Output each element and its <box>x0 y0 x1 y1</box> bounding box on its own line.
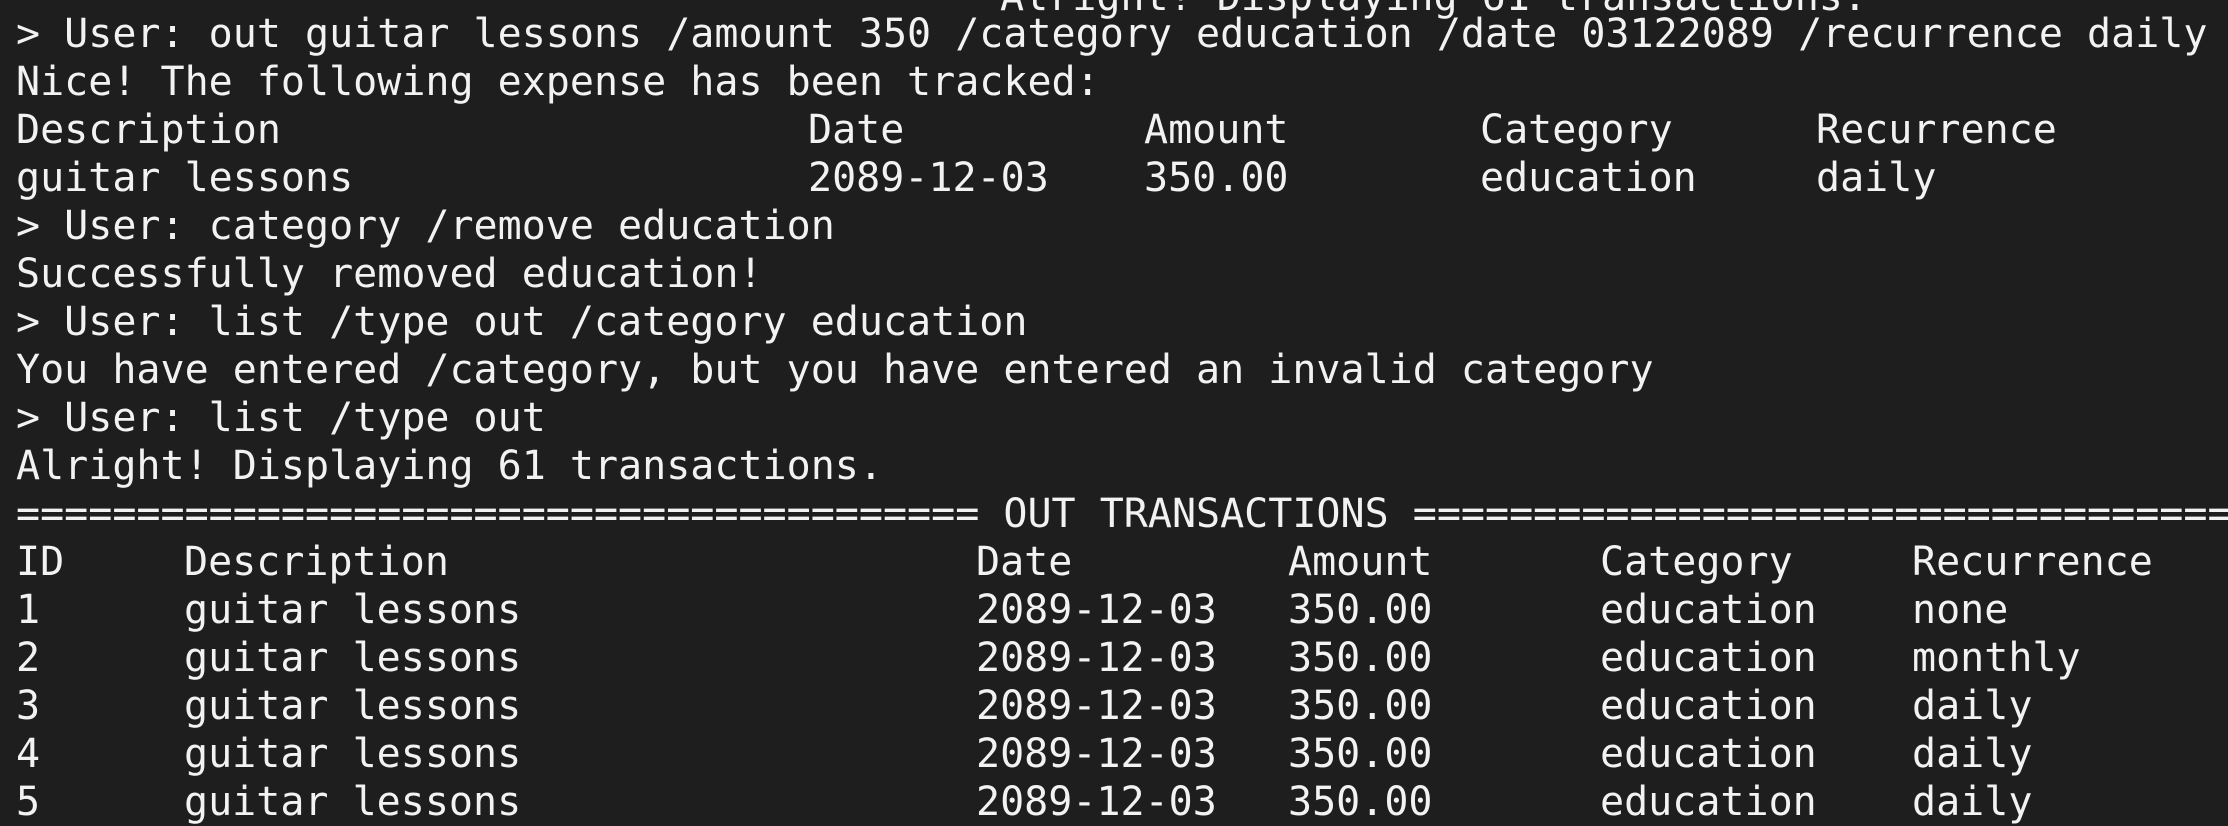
cell-description: guitar lessons <box>184 731 522 777</box>
cell-date: 2089-12-03 <box>976 779 1217 825</box>
cell-category: education <box>1600 683 1817 729</box>
cell-description: guitar lessons <box>16 155 354 201</box>
header-date: Date <box>808 107 905 153</box>
cell-description: guitar lessons <box>184 587 522 633</box>
cell-id: 1 <box>16 587 41 633</box>
cell-date: 2089-12-03 <box>976 587 1217 633</box>
command-line: > User: out guitar lessons /amount 350 /… <box>16 11 2208 57</box>
cell-amount: 350.00 <box>1288 683 1433 729</box>
cell-date: 2089-12-03 <box>976 635 1217 681</box>
cell-category: education <box>1600 635 1817 681</box>
cell-amount: 350.00 <box>1288 731 1433 777</box>
cell-date: 2089-12-03 <box>976 731 1217 777</box>
cell-recurrence: daily <box>1816 155 1937 201</box>
command-line: > User: category /remove education <box>16 203 835 249</box>
table-row: 4 guitar lessons 2089-12-03 350.00 educa… <box>16 730 2216 778</box>
cell-date: 2089-12-03 <box>976 683 1217 729</box>
header-category: Category <box>1600 539 1793 585</box>
header-date: Date <box>976 539 1073 585</box>
cell-recurrence: daily <box>1912 779 2033 825</box>
cell-category: education <box>1600 731 1817 777</box>
header-description: Description <box>16 107 281 153</box>
cell-date: 2089-12-03 <box>808 155 1049 201</box>
tracked-table-row: guitar lessons 2089-12-03 350.00 educati… <box>16 154 2216 202</box>
table-row: 3 guitar lessons 2089-12-03 350.00 educa… <box>16 682 2216 730</box>
header-recurrence: Recurrence <box>1816 107 2057 153</box>
cell-id: 4 <box>16 731 41 777</box>
cell-category: education <box>1600 587 1817 633</box>
section-banner: ========================================… <box>16 491 2228 537</box>
cell-id: 2 <box>16 635 41 681</box>
out-table-header: ID Description Date Amount Category Recu… <box>16 538 2216 586</box>
cell-category: education <box>1480 155 1697 201</box>
table-row: 1 guitar lessons 2089-12-03 350.00 educa… <box>16 586 2216 634</box>
cell-amount: 350.00 <box>1288 779 1433 825</box>
command-line: > User: list /type out <box>16 395 546 441</box>
header-description: Description <box>184 539 449 585</box>
terminal-window: Alright! Displaying 61 transactions. > U… <box>0 0 2228 826</box>
cell-recurrence: daily <box>1912 683 2033 729</box>
cell-id: 3 <box>16 683 41 729</box>
cell-recurrence: daily <box>1912 731 2033 777</box>
header-category: Category <box>1480 107 1673 153</box>
header-amount: Amount <box>1288 539 1433 585</box>
cell-description: guitar lessons <box>184 683 522 729</box>
cell-amount: 350.00 <box>1288 587 1433 633</box>
table-row: 2 guitar lessons 2089-12-03 350.00 educa… <box>16 634 2216 682</box>
header-recurrence: Recurrence <box>1912 539 2153 585</box>
output-line: Alright! Displaying 61 transactions. <box>16 443 883 489</box>
cell-description: guitar lessons <box>184 635 522 681</box>
cell-recurrence: monthly <box>1912 635 2081 681</box>
output-line: Nice! The following expense has been tra… <box>16 59 1100 105</box>
cell-description: guitar lessons <box>184 779 522 825</box>
tracked-table-header: Description Date Amount Category Recurre… <box>16 106 2216 154</box>
header-amount: Amount <box>1144 107 1289 153</box>
cell-recurrence: none <box>1912 587 2009 633</box>
header-id: ID <box>16 539 65 585</box>
table-row: 5 guitar lessons 2089-12-03 350.00 educa… <box>16 778 2216 826</box>
cell-id: 5 <box>16 779 41 825</box>
cell-amount: 350.00 <box>1288 635 1433 681</box>
output-line: Successfully removed education! <box>16 251 763 297</box>
cell-amount: 350.00 <box>1144 155 1289 201</box>
cell-category: education <box>1600 779 1817 825</box>
command-line: > User: list /type out /category educati… <box>16 299 1028 345</box>
error-line: You have entered /category, but you have… <box>16 347 1654 393</box>
